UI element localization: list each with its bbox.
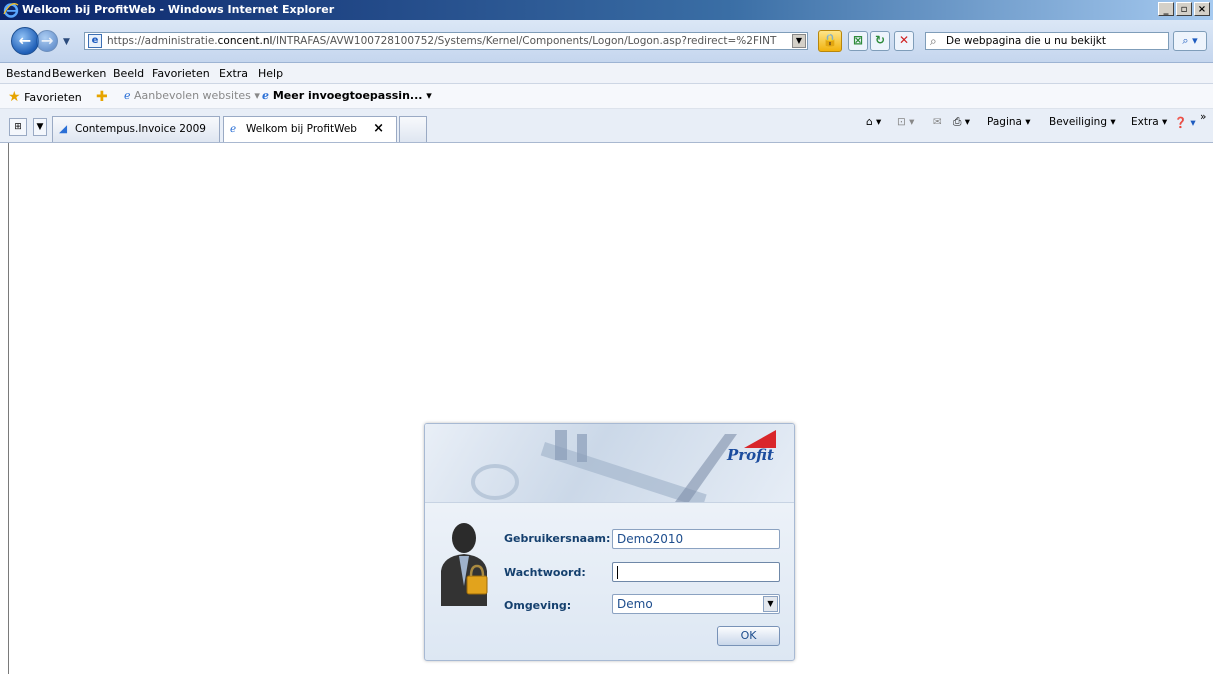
mail-icon: ✉ (933, 116, 942, 128)
environment-value: Demo (617, 597, 653, 611)
contempus-tab-icon: ◢ (59, 123, 68, 135)
back-button[interactable]: ← (11, 27, 39, 55)
print-button[interactable]: ⎙ ▾ (953, 116, 970, 129)
minimize-button[interactable]: _ (1158, 2, 1174, 16)
favorites-label: Favorieten (24, 91, 82, 104)
environment-select[interactable]: Demo ▼ (612, 594, 780, 614)
window-title-bar: Welkom bij ProfitWeb - Windows Internet … (0, 0, 1213, 20)
refresh-button[interactable]: ↻ (870, 31, 890, 51)
recent-pages-dropdown[interactable]: ▼ (63, 37, 70, 47)
home-icon: ⌂ (866, 116, 873, 128)
address-bar[interactable]: e https://administratie.concent.nl/INTRA… (84, 32, 808, 50)
tab-list-dropdown[interactable]: ▼ (33, 118, 47, 136)
login-dialog: Profit Gebruikersnaam: Demo2010 Wachtwoo… (424, 423, 795, 661)
search-button[interactable]: ⌕ ▾ (1173, 31, 1207, 51)
compatibility-view-button[interactable]: ⊠ (848, 31, 868, 51)
search-box[interactable]: ⌕ De webpagina die u nu bekijkt (925, 32, 1169, 50)
tab-bar: ⊞ ▼ ◢ Contempus.Invoice 2009 ℯ Welkom bi… (0, 109, 1213, 143)
lock-icon: 🔒 (822, 33, 838, 47)
search-icon: ⌕ (930, 34, 937, 48)
username-field[interactable]: Demo2010 (612, 529, 780, 549)
url-domain: concent.nl (217, 35, 273, 47)
ok-button[interactable]: OK (717, 626, 780, 646)
tab-profitweb[interactable]: ℯ Welkom bij ProfitWeb × (223, 116, 397, 142)
forward-arrow-icon: → (40, 31, 54, 50)
login-banner: Profit (425, 424, 794, 503)
menu-bar: Bestand Bewerken Beeld Favorieten Extra … (0, 63, 1213, 84)
url-path: /INTRAFAS/AVW100728100752/Systems/Kernel… (272, 35, 777, 47)
close-tab-icon[interactable]: × (373, 121, 384, 136)
menu-beeld[interactable]: Beeld (113, 67, 144, 80)
stop-icon: ✕ (898, 33, 910, 47)
text-caret (617, 566, 618, 579)
address-dropdown-button[interactable]: ▼ (792, 34, 806, 48)
ie-tab-icon: ℯ (230, 123, 237, 135)
favorites-bar: ★ Favorieten ✚ ℯ Aanbevolen websites ▾ ℯ… (0, 84, 1213, 109)
safety-menu-button[interactable]: Beveiliging ▾ (1049, 116, 1116, 128)
environment-label: Omgeving: (504, 599, 572, 612)
security-lock-button[interactable]: 🔒 (818, 30, 842, 52)
compatibility-icon: ⊠ (852, 33, 864, 47)
profit-logo: Profit (726, 446, 774, 464)
menu-help[interactable]: Help (258, 67, 283, 80)
quick-tabs-button[interactable]: ⊞ (9, 118, 27, 136)
feeds-button[interactable]: ⊡ ▾ (897, 116, 914, 128)
addons-page-icon: ℯ (262, 89, 269, 102)
print-icon: ⎙ (953, 116, 962, 128)
ie-small-icon: ℯ (124, 89, 131, 102)
password-field[interactable] (612, 562, 780, 582)
tab-label: Welkom bij ProfitWeb (246, 123, 357, 135)
close-window-button[interactable]: × (1194, 2, 1210, 16)
page-menu-button[interactable]: Pagina ▾ (987, 116, 1031, 128)
navigation-bar: ← → ▼ e https://administratie.concent.nl… (0, 20, 1213, 63)
favorites-button[interactable]: ★ Favorieten (8, 89, 82, 105)
addons-button[interactable]: ℯ Meer invoegtoepassin... ▾ (262, 89, 432, 102)
back-arrow-icon: ← (18, 31, 32, 50)
favorites-star-icon: ★ (8, 89, 21, 105)
url-prefix: https://administratie. (107, 35, 218, 47)
menu-favorieten[interactable]: Favorieten (152, 67, 210, 80)
rss-icon: ⊡ (897, 116, 906, 128)
chevron-down-icon[interactable]: ▼ (763, 596, 778, 612)
more-commands-chevron[interactable]: » (1200, 111, 1206, 123)
maximize-button[interactable]: ▫ (1176, 2, 1192, 16)
read-mail-button[interactable]: ✉ (933, 116, 942, 128)
content-border (8, 143, 9, 674)
username-label: Gebruikersnaam: (504, 532, 611, 545)
forward-button[interactable]: → (36, 30, 58, 52)
addons-label: Meer invoegtoepassin... ▾ (272, 89, 432, 102)
tools-menu-button[interactable]: Extra ▾ (1131, 116, 1167, 128)
address-url[interactable]: https://administratie.concent.nl/INTRAFA… (107, 35, 777, 47)
user-lock-avatar-icon (441, 523, 488, 606)
menu-bestand[interactable]: Bestand (6, 67, 51, 80)
password-label: Wachtwoord: (504, 566, 586, 579)
home-button[interactable]: ⌂ ▾ (866, 116, 881, 128)
help-button[interactable]: ❓ ▾ (1174, 116, 1196, 129)
page-icon: e (88, 34, 102, 48)
refresh-icon: ↻ (874, 33, 886, 47)
suggested-sites-button[interactable]: ℯ Aanbevolen websites ▾ (124, 89, 260, 102)
new-tab-button[interactable] (399, 116, 427, 142)
add-favorite-icon: ✚ (96, 89, 108, 105)
search-placeholder: De webpagina die u nu bekijkt (946, 35, 1106, 47)
help-icon: ❓ (1174, 117, 1188, 129)
window-title: Welkom bij ProfitWeb - Windows Internet … (22, 3, 335, 16)
tab-contempus[interactable]: ◢ Contempus.Invoice 2009 (52, 116, 220, 142)
suggested-sites-label: Aanbevolen websites ▾ (134, 89, 260, 102)
tab-label: Contempus.Invoice 2009 (75, 123, 206, 135)
add-to-favorites-bar-button[interactable]: ✚ (96, 89, 108, 105)
menu-extra[interactable]: Extra (219, 67, 248, 80)
menu-bewerken[interactable]: Bewerken (52, 67, 106, 80)
internet-explorer-icon (3, 3, 19, 18)
stop-button[interactable]: ✕ (894, 31, 914, 51)
quick-tabs-icon: ⊞ (14, 122, 22, 132)
